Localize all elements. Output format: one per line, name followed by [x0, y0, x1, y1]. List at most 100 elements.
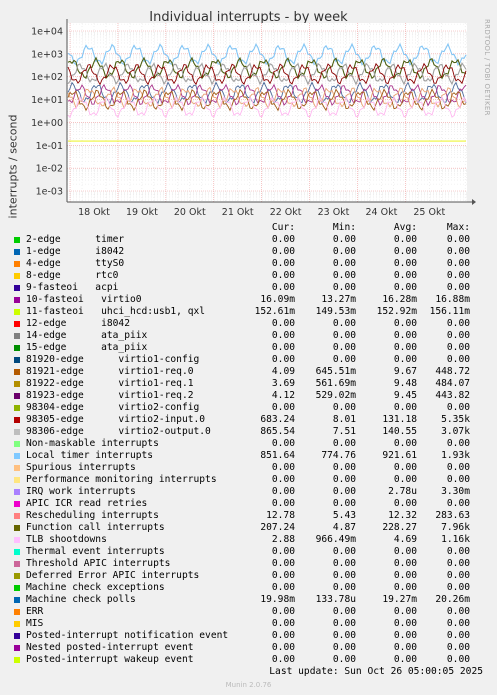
legend-max-value: 0.00: [446, 282, 470, 293]
legend-cur-value: 207.24: [260, 522, 295, 533]
legend-row: 15-edge ata_piix 0.00 0.00 0.00 0.00: [0, 342, 497, 354]
legend-cur-value: 12.78: [266, 510, 295, 521]
legend-swatch: [14, 645, 20, 651]
legend-swatch: [14, 273, 20, 279]
legend-cur-value: 0.00: [271, 258, 295, 269]
legend-max-value: 0.00: [446, 570, 470, 581]
legend-max-value: 484.07: [435, 378, 470, 389]
legend-max-value: 3.30m: [441, 486, 470, 497]
legend-cur-value: 0.00: [271, 498, 295, 509]
x-tick-label: 22 Okt: [270, 207, 302, 218]
legend-row: 98304-edge virtio2-config 0.00 0.00 0.00 0.0…: [0, 402, 497, 414]
legend-label: Non-maskable interrupts: [26, 438, 159, 449]
legend-min-value: 0.00: [332, 402, 356, 413]
legend-max-value: 0.00: [446, 498, 470, 509]
legend-row: 12-edge i8042 0.00 0.00 0.00 0.00: [0, 318, 497, 330]
legend-row: 81923-edge virtio1-req.2 4.12 529.02m 9.45 4…: [0, 390, 497, 402]
legend-max-value: 448.72: [435, 366, 470, 377]
legend-max-value: 20.26m: [435, 594, 470, 605]
legend-row: 4-edge ttyS0 0.00 0.00 0.00 0.00: [0, 258, 497, 270]
legend-swatch: [14, 609, 20, 615]
legend-max-value: 283.63: [435, 510, 470, 521]
legend-cur-value: 0.00: [271, 606, 295, 617]
legend-cur-value: 4.09: [271, 366, 295, 377]
legend-min-value: 0.00: [332, 438, 356, 449]
legend-cur-value: 0.00: [271, 654, 295, 665]
legend-label: Machine check polls: [26, 594, 136, 605]
legend-label: 11-fasteoi uhci_hcd:usb1, qxl: [26, 306, 206, 317]
legend-swatch: [14, 513, 20, 519]
legend-max-value: 0.00: [446, 618, 470, 629]
legend-row: 98306-edge virtio2-output.0 865.54 7.51 140…: [0, 426, 497, 438]
legend-swatch: [14, 321, 20, 327]
legend-max-value: 5.35k: [441, 414, 470, 425]
legend-min-value: 529.02m: [315, 390, 356, 401]
legend-min-value: 133.78u: [315, 594, 356, 605]
y-tick-label: 1e+02: [31, 72, 63, 83]
legend-label: MIS: [26, 618, 44, 629]
legend-row: 9-fasteoi acpi 0.00 0.00 0.00 0.00: [0, 282, 497, 294]
last-update: Last update: Sun Oct 26 05:00:05 2025: [269, 666, 483, 677]
legend-cur-value: 0.00: [271, 354, 295, 365]
legend-swatch: [14, 561, 20, 567]
x-tick-label: 18 Okt: [78, 207, 110, 218]
legend-max-value: 443.82: [435, 390, 470, 401]
legend-cur-value: 19.98m: [260, 594, 295, 605]
legend-row: Posted-interrupt wakeup event 0.00 0.00 0.0…: [0, 654, 497, 666]
legend-row: Machine check polls 19.98m 133.78u 19.27m 20…: [0, 594, 497, 606]
legend-row: Thermal event interrupts 0.00 0.00 0.00 0.00: [0, 546, 497, 558]
legend-min-value: 0.00: [332, 630, 356, 641]
legend-swatch: [14, 525, 20, 531]
legend-row: 8-edge rtc0 0.00 0.00 0.00 0.00: [0, 270, 497, 282]
legend-label: Posted-interrupt wakeup event: [26, 654, 194, 665]
legend-swatch: [14, 597, 20, 603]
legend-max-value: 0.00: [446, 474, 470, 485]
legend-cur-value: 0.00: [271, 642, 295, 653]
legend-row: Rescheduling interrupts 12.78 5.43 12.32 283…: [0, 510, 497, 522]
legend-cur-value: 0.00: [271, 234, 295, 245]
legend-swatch: [14, 465, 20, 471]
legend-min-value: 0.00: [332, 486, 356, 497]
legend-label: 14-edge ata_piix: [26, 330, 148, 341]
legend-min-value: 13.27m: [321, 294, 356, 305]
y-tick-label: 1e-02: [36, 164, 63, 175]
legend-cur-value: 0.00: [271, 462, 295, 473]
legend-min-value: 561.69m: [315, 378, 356, 389]
legend-swatch: [14, 453, 20, 459]
legend-max-value: 0.00: [446, 402, 470, 413]
legend-max-value: 1.93k: [441, 450, 470, 461]
legend-label: Rescheduling interrupts: [26, 510, 159, 521]
legend-row: Nested posted-interrupt event 0.00 0.00 0.0…: [0, 642, 497, 654]
y-tick-label: 1e+01: [31, 95, 63, 106]
legend-min-value: 0.00: [332, 546, 356, 557]
legend-swatch: [14, 369, 20, 375]
legend-row: 81921-edge virtio1-req.0 4.09 645.51m 9.67 4…: [0, 366, 497, 378]
legend-label: Posted-interrupt notification event: [26, 630, 229, 641]
legend-swatch: [14, 381, 20, 387]
legend-row: Machine check exceptions 0.00 0.00 0.00 0.00: [0, 582, 497, 594]
legend-label: 81923-edge virtio1-req.2: [26, 390, 194, 401]
legend-swatch: [14, 657, 20, 663]
legend-max-value: 3.07k: [441, 426, 470, 437]
legend-min-value: 0.00: [332, 498, 356, 509]
legend-row: 14-edge ata_piix 0.00 0.00 0.00 0.00: [0, 330, 497, 342]
legend-cur-value: 0.00: [271, 474, 295, 485]
y-tick-label: 1e+03: [31, 49, 63, 60]
legend-min-value: 0.00: [332, 618, 356, 629]
legend-label: 9-fasteoi acpi: [26, 282, 119, 293]
legend-swatch: [14, 549, 20, 555]
legend-max-value: 0.00: [446, 606, 470, 617]
legend-max-value: 0.00: [446, 318, 470, 329]
legend-min-value: 0.00: [332, 654, 356, 665]
legend-label: 4-edge ttyS0: [26, 258, 125, 269]
legend-label: 15-edge ata_piix: [26, 342, 148, 353]
legend-min-value: 0.00: [332, 570, 356, 581]
legend-cur-value: 0.00: [271, 546, 295, 557]
legend-cur-value: 3.69: [271, 378, 295, 389]
legend-label: 2-edge timer: [26, 234, 125, 245]
legend-swatch: [14, 417, 20, 423]
legend-max-value: 0.00: [446, 342, 470, 353]
legend-swatch: [14, 585, 20, 591]
legend-row: 1-edge i8042 0.00 0.00 0.00 0.00: [0, 246, 497, 258]
x-tick-label: 21 Okt: [222, 207, 254, 218]
